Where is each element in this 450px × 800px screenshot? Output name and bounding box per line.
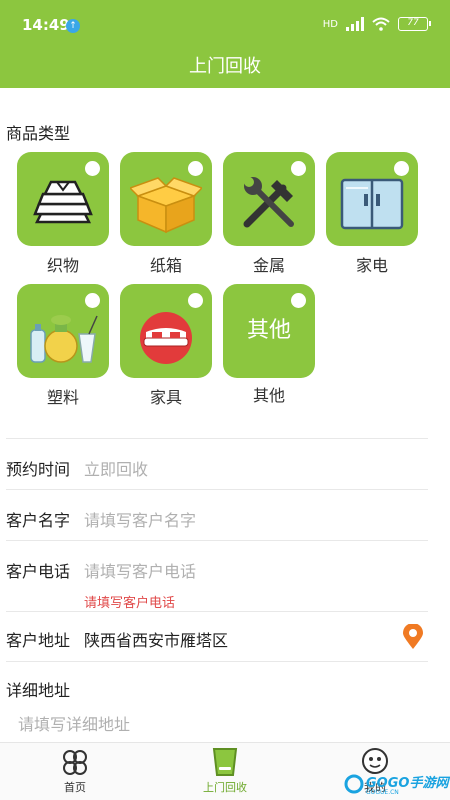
wifi-icon [372, 17, 390, 31]
folded-clothes-icon [27, 174, 99, 234]
divider [6, 540, 428, 541]
cardboard-box-icon [130, 174, 202, 234]
status-bar: 14:49 ↑ HD 77 [0, 0, 450, 44]
category-label: 家具 [149, 388, 182, 407]
address-value[interactable]: 陕西省西安市雁塔区 [84, 627, 228, 651]
page-title: 上门回收 [189, 56, 261, 77]
category-tile-appliance[interactable] [326, 152, 418, 246]
category-tile-furniture[interactable] [120, 284, 212, 378]
name-label: 客户名字 [6, 511, 71, 530]
battery-icon: 77 [398, 17, 431, 31]
network-type: HD [322, 18, 338, 30]
detail-address-label: 详细地址 [6, 681, 71, 700]
app-header: 14:49 ↑ HD 77 上门回收 [0, 0, 450, 88]
phone-input[interactable]: 请填写客户电话 [84, 558, 196, 582]
watermark-subtext: GOGUE.CN [366, 789, 399, 796]
plastic-bottles-icon [27, 306, 99, 366]
sofa-icon [130, 306, 202, 366]
divider [6, 489, 428, 490]
detail-address-input[interactable]: 请填写详细地址 [18, 711, 130, 735]
tab-label: 首页 [64, 781, 86, 794]
tab-recycle[interactable]: 上门回收 [175, 743, 275, 800]
notification-icon: ↑ [66, 19, 80, 33]
address-label: 客户地址 [6, 631, 71, 650]
recycle-bin-icon [212, 748, 238, 776]
watermark-logo: GOGO手游网 GOGUE.CN [344, 768, 450, 800]
signal-icon [346, 17, 364, 31]
clover-icon [63, 750, 87, 775]
tab-label: 上门回收 [203, 781, 247, 794]
time-label: 预约时间 [6, 460, 71, 479]
category-label: 织物 [46, 256, 79, 275]
divider [6, 661, 428, 662]
category-label: 纸箱 [149, 256, 182, 275]
status-indicators: HD 77 [322, 15, 431, 33]
category-section-label: 商品类型 [6, 124, 71, 143]
category-tile-metal[interactable] [223, 152, 315, 246]
divider [6, 438, 428, 439]
time-value[interactable]: 立即回收 [84, 456, 148, 480]
watermark-icon [344, 774, 364, 794]
phone-error-text: 请填写客户电话 [84, 596, 176, 611]
select-radio[interactable] [291, 293, 306, 308]
category-tile-other[interactable]: 其他 [223, 284, 315, 378]
tab-home[interactable]: 首页 [25, 743, 125, 800]
category-tile-plastic[interactable] [17, 284, 109, 378]
hammer-wrench-icon [233, 174, 305, 234]
category-label: 其他 [252, 386, 285, 405]
category-tile-carton[interactable] [120, 152, 212, 246]
phone-label: 客户电话 [6, 562, 71, 581]
category-label: 金属 [252, 256, 285, 275]
divider [6, 611, 428, 612]
location-pin-icon[interactable] [402, 624, 424, 650]
category-label: 家电 [355, 256, 388, 275]
name-input[interactable]: 请填写客户名字 [84, 507, 196, 531]
refrigerator-icon [336, 174, 408, 234]
category-tile-textile[interactable] [17, 152, 109, 246]
status-time: 14:49 [22, 16, 70, 34]
category-label: 塑料 [46, 388, 79, 407]
